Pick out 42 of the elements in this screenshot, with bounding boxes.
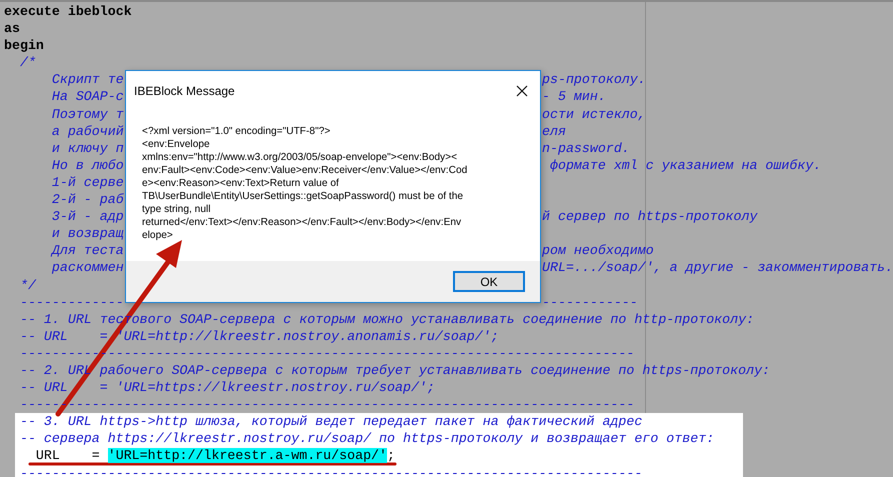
- ok-button[interactable]: OK: [453, 271, 525, 292]
- message-text: <?xml version="1.0" encoding="UTF-8"?> <env:Envelope xmlns:env="http://www.w3.org/2003/05/soap-envelope"><env:Body>< env:Fault><env:Code><env:Value>env:Receiver</env:Value></env:Cod e><env:Reason><env:Text>Return value of TB\UserBundle\Entity\UserSettings::getSoapPassword() must be of the type string, null returned</env:Text></env:Reason></env:Fault></env:Body></env:Env elope>: [142, 125, 468, 242]
- code-line: begin: [4, 38, 44, 54]
- code-line: 3-й - адр: [50, 209, 124, 224]
- code-line: ------------: [542, 294, 638, 311]
- code-line: ром необходимо: [542, 242, 654, 260]
- code-line: ости истекло,: [542, 106, 646, 123]
- code-line: раскоммен: [50, 260, 124, 276]
- code-line: -- URL = 'URL=https://lkreestr.nostroy.ru/soap/';: [18, 380, 435, 396]
- code-line: Для теста: [50, 243, 124, 258]
- code-line: -- 3. URL https->http шлюза, который ведет передает пакет на фактический адрес: [18, 414, 642, 430]
- code-line: /*: [18, 55, 36, 70]
- code-line: - 5 мин.: [542, 88, 606, 106]
- code-line: -- URL = 'URL=http://lkreestr.nostroy.anonamis.ru/soap/';: [18, 328, 499, 344]
- code-line: 1-й серве: [50, 174, 124, 190]
- highlighted-string: 'URL=http://lkreestr.a-wm.ru/soap/': [108, 448, 388, 464]
- code-line: n-password.: [542, 140, 630, 157]
- code-line: и ключу п: [50, 140, 124, 156]
- code-line: URL=.../soap/', а другие - закомментировать.: [542, 259, 893, 276]
- code-line: -- сервера https://lkreestr.nostroy.ru/soap/ по https-протоколу и возвращает его ответ:: [18, 431, 714, 446]
- close-icon[interactable]: [516, 85, 528, 97]
- code-line: ------------------------------------------------------------------------------: [18, 466, 642, 477]
- code-line: ps-протоколу.: [542, 71, 646, 88]
- code-line: as: [4, 21, 20, 36]
- code-line: Но в любо: [50, 158, 124, 173]
- code-line: -------------: [18, 294, 124, 310]
- code-line: execute ibeblock: [4, 4, 132, 19]
- code-line: и возвращ: [50, 226, 124, 242]
- code-line: URL =: [34, 448, 101, 464]
- code-line: еля: [542, 122, 566, 140]
- code-line: й сервер по https-протоколу: [542, 208, 758, 226]
- code-line: На SOAP-с: [50, 89, 124, 104]
- code-line: */: [18, 278, 36, 292]
- code-line: -----------------------------------------------------------------------------: [18, 397, 634, 412]
- dialog-title: IBEBlock Message: [134, 84, 235, 98]
- code-punctuation: ;: [387, 448, 395, 464]
- code-line: 2-й - раб: [50, 192, 124, 208]
- code-line: Скрипт те: [50, 72, 124, 88]
- code-line: Поэтому т: [50, 106, 124, 122]
- code-line: -----------------------------------------------------------------------------: [18, 346, 634, 361]
- code-line: а рабочий: [50, 124, 124, 139]
- code-line: формате xml с указанием на ошибку.: [548, 156, 822, 174]
